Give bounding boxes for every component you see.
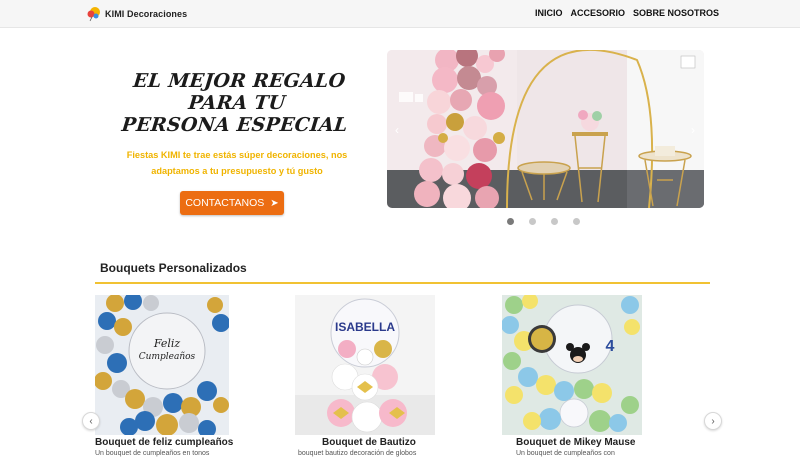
carousel-next-icon: › [691, 123, 695, 137]
hero-subtitle: Fiestas KIMI te trae estás súper decorac… [108, 147, 366, 179]
nav-item-inicio[interactable]: INICIO [535, 8, 563, 18]
section-divider [95, 282, 710, 284]
send-icon: ➤ [270, 197, 279, 209]
brand-link[interactable]: KIMI Decoraciones [86, 5, 187, 23]
carousel-dot-2[interactable] [529, 218, 536, 225]
section-title: Bouquets Personalizados [100, 261, 247, 275]
bouquet-card-title-2[interactable]: Bouquet de Bautizo [322, 437, 416, 448]
nav-item-accesorio[interactable]: ACCESORIO [570, 8, 625, 18]
svg-text:Cumpleaños: Cumpleaños [139, 352, 196, 362]
chevron-left-icon: ‹ [89, 415, 93, 427]
hero-carousel[interactable]: ‹ › [387, 50, 704, 208]
carousel-prev-icon: ‹ [395, 123, 399, 137]
carousel-dot-3[interactable] [551, 218, 558, 225]
bouquet-card-image-1[interactable]: Feliz Cumpleaños [95, 295, 229, 435]
svg-text:ISABELLA: ISABELLA [335, 320, 395, 334]
hero-title-line-1: EL MEJOR REGALO PARA TU [132, 70, 347, 114]
carousel-dot-1[interactable] [507, 218, 514, 225]
contact-button-label: CONTACTANOS [185, 197, 265, 209]
contact-button[interactable]: CONTACTANOS ➤ [180, 191, 284, 215]
hero-title-line-2: PERSONA ESPECIAL [120, 114, 349, 136]
slider-next-button[interactable]: › [704, 412, 722, 430]
navbar: KIMI Decoraciones INICIO ACCESORIO SOBRE… [0, 0, 800, 28]
bouquet-card-image-2[interactable]: ISABELLA [295, 295, 435, 435]
carousel-slide-image: ‹ › [387, 50, 704, 208]
bouquet-card-image-3[interactable]: 4 [502, 295, 642, 435]
svg-text:4: 4 [606, 338, 615, 355]
bouquet-card-title-3[interactable]: Bouquet de Mikey Mause [516, 437, 635, 448]
hero-title: EL MEJOR REGALO PARA TU PERSONA ESPECIAL [109, 70, 366, 136]
hero-subtitle-line-1: Fiestas KIMI te trae estás súper decorac… [126, 150, 348, 160]
slider-prev-button[interactable]: ‹ [82, 412, 100, 430]
bouquet-card-title-1[interactable]: Bouquet de feliz cumpleaños [95, 437, 233, 448]
svg-text:Feliz: Feliz [153, 337, 181, 350]
chevron-right-icon: › [711, 415, 715, 427]
nav-item-sobre-nosotros[interactable]: SOBRE NOSOTROS [633, 8, 719, 18]
balloon-logo-icon [86, 6, 102, 22]
brand-name: KIMI Decoraciones [105, 9, 188, 19]
carousel-dot-4[interactable] [573, 218, 580, 225]
nav-menu: INICIO ACCESORIO SOBRE NOSOTROS [535, 8, 719, 18]
hero-subtitle-line-2: adaptamos a tu presupuesto y tú gusto [151, 166, 323, 176]
carousel-indicators [507, 218, 580, 225]
